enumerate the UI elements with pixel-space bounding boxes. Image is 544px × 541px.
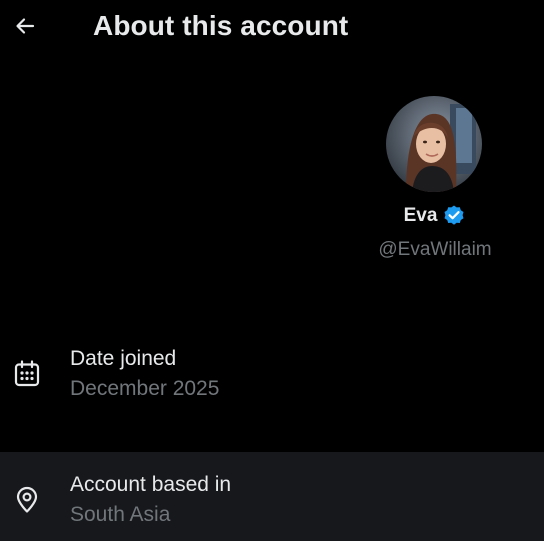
account-based-value: South Asia	[70, 503, 171, 526]
display-name: Eva	[403, 205, 438, 226]
location-pin-icon	[12, 485, 42, 515]
date-joined-label: Date joined	[70, 347, 177, 370]
name-row: Eva	[340, 204, 530, 228]
page-title: About this account	[93, 10, 349, 41]
calendar-icon	[12, 359, 42, 389]
date-joined-value: December 2025	[70, 377, 220, 400]
date-joined-row: Date joined December 2025	[0, 333, 544, 422]
back-button[interactable]	[6, 7, 44, 45]
arrow-left-icon	[16, 18, 35, 34]
handle: @EvaWillaim	[378, 239, 492, 260]
profile-card: Eva @EvaWillaim	[340, 95, 530, 270]
account-based-label: Account based in	[70, 473, 232, 496]
avatar[interactable]	[386, 96, 482, 192]
verified-badge-icon	[444, 205, 464, 225]
account-based-row[interactable]: Account based in South Asia	[0, 452, 544, 541]
header: About this account	[0, 0, 544, 54]
